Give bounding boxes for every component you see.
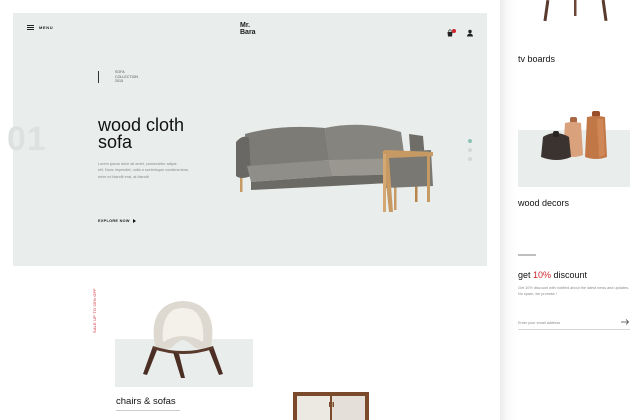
hero-description-line-2: elit. Nunc imperdiet, nulla a scelerisqu… — [98, 168, 189, 173]
wood-vases-image — [541, 111, 607, 160]
logo-line-2: Bara — [240, 29, 256, 36]
discount-prefix: get — [518, 270, 534, 280]
play-arrow-icon — [132, 219, 136, 223]
sale-badge: SALE UP TO 30% OFF — [93, 288, 97, 333]
wood-decors-link[interactable]: wood decors — [518, 198, 569, 208]
slide-dot-3[interactable] — [468, 157, 472, 161]
cabinet-image — [293, 392, 369, 420]
cart-badge — [452, 29, 456, 33]
cart-button[interactable] — [446, 24, 456, 37]
hero-banner: MENU Mr. Bara SOFA COLLECTION 2015 01 wo… — [7, 13, 487, 266]
shell-chair-image — [143, 301, 223, 378]
discount-value: 10% — [533, 270, 552, 280]
arrow-right-icon[interactable] — [620, 317, 630, 327]
menu-button[interactable]: MENU — [27, 25, 53, 30]
hero-title: wood cloth sofa — [98, 116, 184, 152]
sofa-image — [236, 124, 433, 212]
discount-suffix: discount — [551, 270, 588, 280]
menu-label: MENU — [39, 25, 54, 30]
account-button[interactable] — [466, 24, 474, 37]
slide-pagination — [468, 139, 472, 161]
email-field[interactable] — [518, 316, 630, 330]
hero-description-line-3: enim mi blandit erat, at blandit — [98, 174, 149, 179]
hero-title-line-2: sofa — [98, 132, 133, 152]
discount-divider — [518, 254, 536, 256]
discount-heading: get 10% discount — [518, 270, 587, 280]
slide-dot-1[interactable] — [468, 139, 472, 143]
hamburger-icon — [27, 25, 34, 30]
collection-line-3: 2015 — [115, 79, 123, 84]
brand-logo[interactable]: Mr. Bara — [240, 22, 270, 36]
hero-description: Lorem ipsum dolor sit amet, consectetur … — [98, 161, 198, 180]
discount-description: Get 10% discount with notified about the… — [518, 286, 630, 296]
stool-image — [543, 0, 608, 22]
explore-now-label: EXPLORE NOW — [98, 219, 130, 223]
user-icon — [467, 29, 473, 37]
tv-boards-link[interactable]: tv boards — [518, 54, 555, 64]
logo-line-1: Mr. — [240, 22, 251, 29]
explore-now-link[interactable]: EXPLORE NOW — [98, 219, 136, 223]
chairs-sofas-link[interactable]: chairs & sofas — [116, 396, 176, 407]
slide-dot-2[interactable] — [468, 148, 472, 152]
chairs-underline — [116, 410, 180, 411]
collection-tag: SOFA COLLECTION 2015 — [115, 70, 138, 84]
slide-number: 01 — [7, 120, 47, 158]
collection-divider — [98, 71, 99, 83]
